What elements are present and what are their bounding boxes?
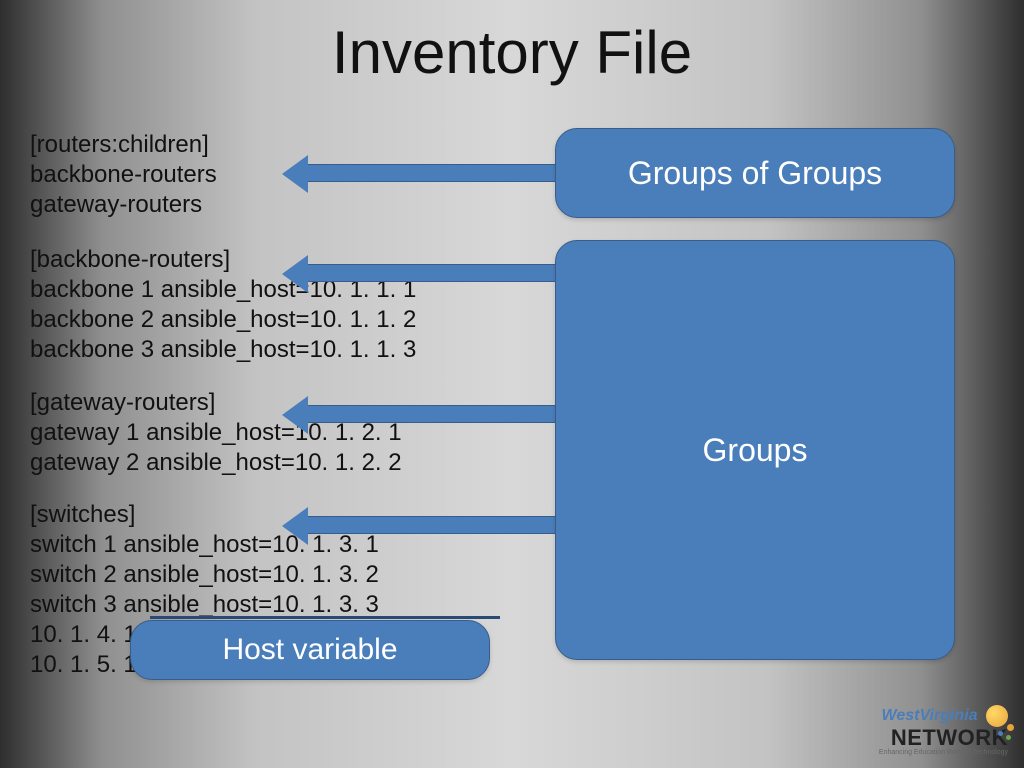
logo-line2: NETWORK (879, 727, 1008, 749)
logo-tagline: Enhancing Education through Technology (879, 749, 1008, 756)
inventory-block-routers-children: [routers:children] backbone-routers gate… (30, 130, 217, 220)
group-header: [routers:children] (30, 130, 217, 160)
group-line: gateway-routers (30, 190, 217, 220)
callout-label: Groups of Groups (628, 155, 882, 192)
group-line: gateway 2 ansible_host=10. 1. 2. 2 (30, 448, 402, 478)
callout-label: Groups (703, 432, 808, 469)
slide-title: Inventory File (0, 18, 1024, 87)
inventory-block-backbone: [backbone-routers] backbone 1 ansible_ho… (30, 245, 416, 365)
group-line: switch 2 ansible_host=10. 1. 3. 2 (30, 560, 379, 590)
callout-groups-of-groups: Groups of Groups (555, 128, 955, 218)
hostvar-underline (150, 616, 500, 619)
inventory-block-gateway: [gateway-routers] gateway 1 ansible_host… (30, 388, 402, 478)
callout-groups: Groups (555, 240, 955, 660)
logo-line1: WestVirginia (882, 707, 978, 724)
group-line: backbone-routers (30, 160, 217, 190)
globe-icon (986, 705, 1008, 727)
arrow-left-icon (305, 405, 557, 423)
callout-label: Host variable (222, 633, 397, 667)
group-line: switch 1 ansible_host=10. 1. 3. 1 (30, 530, 379, 560)
slide: Inventory File [routers:children] backbo… (0, 0, 1024, 768)
arrow-left-icon (305, 264, 557, 282)
arrow-left-icon (305, 516, 557, 534)
arrow-left-icon (305, 164, 557, 182)
group-line: backbone 3 ansible_host=10. 1. 1. 3 (30, 335, 416, 365)
callout-host-variable: Host variable (130, 620, 490, 680)
wvnet-logo: WestVirginia NETWORK Enhancing Education… (879, 705, 1008, 756)
group-line: backbone 2 ansible_host=10. 1. 1. 2 (30, 305, 416, 335)
